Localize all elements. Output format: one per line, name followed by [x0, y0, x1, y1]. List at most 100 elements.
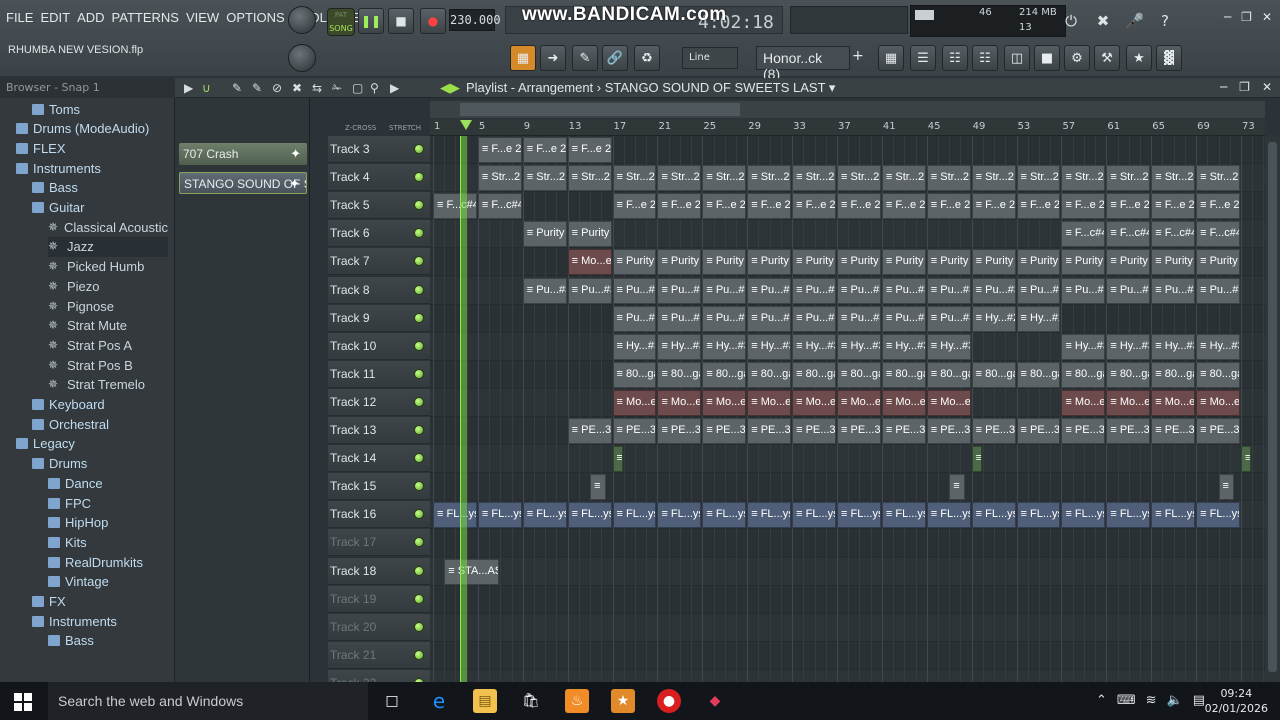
pattern-clip[interactable]: ≡ Purity [747, 249, 792, 276]
pattern-clip[interactable]: ≡ PE...3) [1016, 418, 1061, 444]
pattern-clip[interactable]: ≡ F...c#4 [1061, 221, 1106, 248]
minimize-icon[interactable]: ─ [1220, 80, 1227, 94]
pattern-clip[interactable]: ≡ Pu...#3 [522, 277, 567, 304]
track-header[interactable]: Track 22 [328, 669, 430, 682]
pattern-clip[interactable]: ≡ F...c#4 [1106, 221, 1151, 248]
pattern-clip[interactable]: ≡ F...e 2 [792, 193, 836, 220]
pattern-clip[interactable]: ≡ Str...2 [522, 165, 567, 192]
browser-folder[interactable]: Guitar [32, 198, 168, 218]
track-header[interactable]: Track 8 [328, 276, 430, 304]
app-icon[interactable]: ◆ [703, 689, 727, 713]
record-button[interactable]: ● [420, 8, 446, 34]
browser-preset[interactable]: ✵ Jazz [48, 236, 168, 257]
vertical-scrollbar[interactable] [1265, 136, 1280, 682]
pattern-clip[interactable]: ≡ PE...3) [792, 418, 836, 444]
playlist-overview[interactable] [430, 101, 1265, 118]
track-mute-led[interactable] [414, 200, 424, 211]
pattern-clip[interactable]: ≡ Str...2 [926, 165, 971, 192]
pattern-clip[interactable]: ≡ Pu...#3 [702, 277, 747, 304]
track-mute-led[interactable] [414, 565, 424, 576]
pattern-clip[interactable]: ≡ Mo...e [612, 389, 657, 416]
browser-folder[interactable]: FPC [48, 493, 168, 513]
pattern-clip[interactable]: ≡ F...c#4 [1196, 221, 1240, 248]
browser-folder[interactable]: Orchestral [32, 414, 168, 434]
pattern-clip[interactable]: ≡ 80...ga [837, 361, 881, 388]
pattern-clip[interactable]: ≡ FL...ys [657, 502, 702, 529]
pattern-clip[interactable]: ≡ FL...ys [792, 502, 836, 529]
pattern-clip[interactable]: ≡ Pu...#3 [657, 305, 702, 332]
plugin-picker-icon[interactable]: ■ [1034, 45, 1060, 71]
browser-preset[interactable]: ✵ Strat Pos B [48, 355, 168, 375]
playlist-icon[interactable]: ☰ [910, 45, 936, 71]
pattern-selector[interactable]: Honor..ck (8) [756, 46, 850, 82]
pattern-clip[interactable]: ≡ F...e 2 [612, 193, 657, 220]
snap-selector[interactable]: Line [682, 47, 738, 69]
pattern-clip[interactable]: ≡ F...c#4 [1151, 221, 1196, 248]
edge-icon[interactable]: e [427, 689, 451, 713]
pattern-clip[interactable]: ≡ PE...3) [1151, 418, 1196, 444]
browser-folder[interactable]: Toms [32, 99, 168, 119]
wrench-icon[interactable]: ⚒ [1094, 45, 1120, 71]
track-mute-led[interactable] [414, 172, 424, 183]
pattern-clip[interactable]: ≡ Purity [657, 249, 702, 276]
play-button[interactable]: ❚❚ [358, 8, 384, 34]
select-icon[interactable]: ▢ [352, 81, 363, 95]
pattern-clip[interactable]: ≡ F...e 2 [522, 137, 567, 163]
track-mute-led[interactable] [414, 425, 424, 435]
mixer-icon[interactable]: ☷ [942, 45, 968, 71]
pattern-clip[interactable]: ≡ PE...3) [971, 418, 1016, 444]
tools-icon[interactable]: ✖ [1090, 8, 1116, 34]
pattern-clip[interactable]: ≡ Purity [926, 249, 971, 276]
plugin-icon[interactable]: ⚙ [1064, 45, 1090, 71]
slip-icon[interactable]: ⇆ [312, 81, 322, 95]
taskbar-search[interactable]: Search the web and Windows [48, 682, 368, 720]
master-volume-knob[interactable] [288, 6, 316, 34]
pattern-clip[interactable]: ≡ Str...2 [971, 165, 1016, 192]
pattern-clip[interactable]: ≡ Pu...#3 [881, 277, 926, 304]
pattern-clip[interactable]: ≡ F...e 2 [567, 137, 612, 163]
stretch-toggle[interactable]: STRETCH [389, 124, 421, 132]
pattern-clip[interactable]: ≡ 80...ga [1061, 361, 1106, 388]
pattern-clip[interactable]: ≡ FL...ys [1151, 502, 1196, 529]
pattern-clip[interactable]: ≡ PE...3) [1061, 418, 1106, 444]
pattern-clip[interactable]: ≡ PE...3) [837, 418, 881, 444]
pattern-clip[interactable]: ≡ FL...ys [1106, 502, 1151, 529]
browser-folder[interactable]: HipHop [48, 513, 168, 533]
pattern-clip[interactable]: ≡ FL...ys [567, 502, 612, 529]
pattern-clip[interactable]: ≡ STA...AST [444, 558, 500, 585]
track-mute-led[interactable] [414, 649, 424, 660]
shop-icon[interactable]: ▓ [1156, 45, 1182, 71]
pattern-clip[interactable]: ≡ PE...3) [702, 418, 747, 444]
pattern-clip[interactable]: ≡ Hy...#3 [702, 333, 747, 360]
pattern-clip[interactable]: ≡ Purity [522, 221, 567, 248]
arrangement-grid[interactable]: ≡ F...e 2 ≡ F...e 2 ≡ F...e 2 ≡ Str...2 ≡ St… [430, 136, 1265, 682]
pattern-clip[interactable]: ≡ F...e 2 [1196, 193, 1240, 220]
paint-icon[interactable]: ✎ [252, 81, 262, 95]
pattern-clip[interactable]: ≡ 80...ga [1016, 361, 1061, 388]
pattern-clip[interactable]: ≡ Mo...e [657, 389, 702, 416]
browser-folder[interactable]: Instruments [16, 158, 168, 178]
task-view-icon[interactable]: □ [380, 689, 404, 713]
browser-folder[interactable]: Kits [48, 532, 168, 552]
pattern-clip[interactable]: ≡ [1218, 474, 1235, 501]
pattern-clip[interactable]: ≡ [971, 446, 982, 473]
pattern-clip[interactable]: ≡ Purity [1061, 249, 1106, 276]
track-mute-led[interactable] [414, 368, 424, 379]
pattern-clip[interactable]: ≡ Pu...#3 [926, 277, 971, 304]
track-mute-led[interactable] [414, 144, 424, 154]
browser-preset[interactable]: ✵ Picked Humb [48, 257, 168, 277]
pattern-clip[interactable]: ≡ Mo...e [1061, 389, 1106, 416]
track-header[interactable]: Track 17 [328, 529, 430, 557]
slice-icon[interactable]: ✁ [332, 81, 342, 95]
pattern-clip[interactable]: ≡ Purity [1196, 249, 1240, 276]
browser-folder[interactable]: Bass [32, 178, 168, 198]
file-explorer-icon[interactable]: ▤ [473, 689, 497, 713]
store-icon[interactable]: 🛍 [519, 689, 543, 713]
pattern-clip[interactable]: ≡ FL...ys [522, 502, 567, 529]
pattern-clip[interactable]: ≡ [590, 474, 606, 501]
pattern-clip[interactable]: ≡ PE...3) [926, 418, 971, 444]
pattern-clip[interactable]: ≡ Purity [702, 249, 747, 276]
pattern-clip[interactable]: ≡ Pu...#3 [1106, 277, 1151, 304]
track-mute-led[interactable] [414, 621, 424, 632]
pattern-clip[interactable]: ≡ Mo...e [881, 389, 926, 416]
